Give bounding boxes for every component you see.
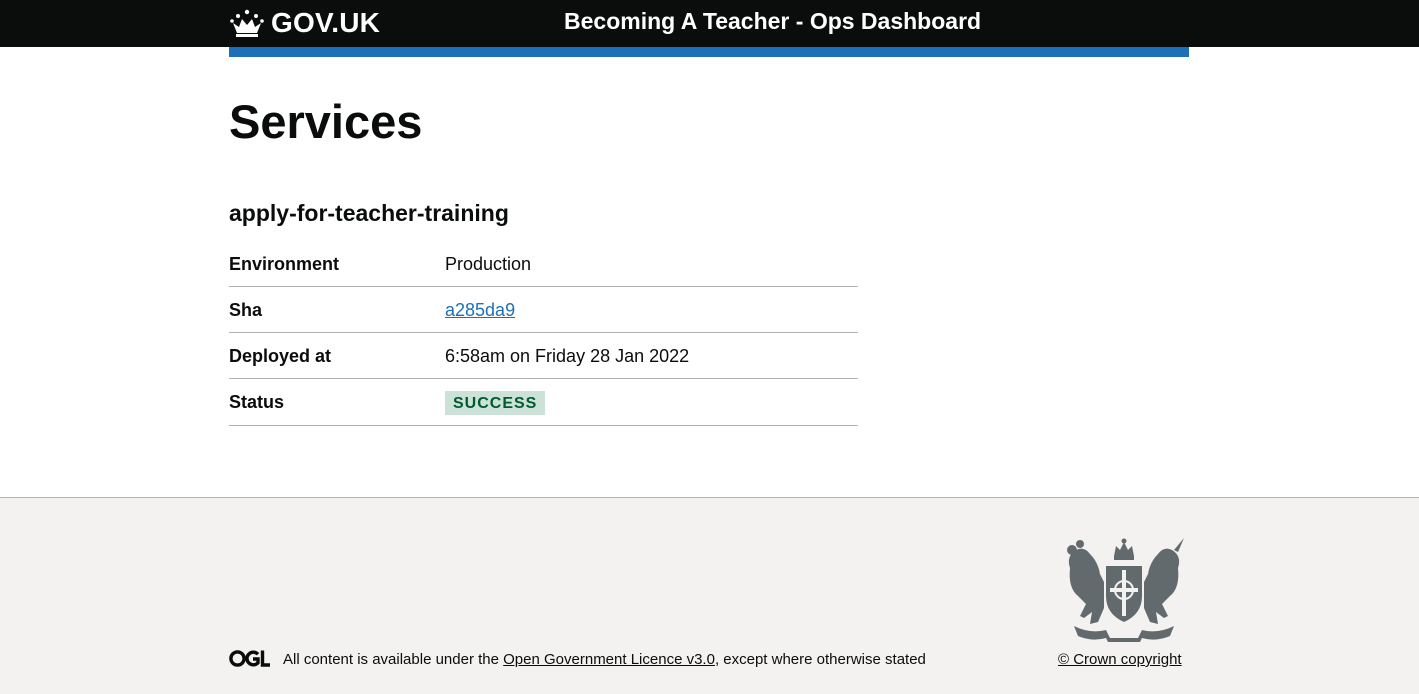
summary-key: Deployed at xyxy=(229,346,332,366)
site-header: GOV.UK Becoming A Teacher - Ops Dashboar… xyxy=(0,0,1419,47)
summary-row-status: Status SUCCESS xyxy=(229,379,858,426)
service-heading: apply-for-teacher-training xyxy=(229,200,509,226)
page-title: Services xyxy=(229,95,423,148)
environment-value: Production xyxy=(445,254,532,274)
licence-prefix: All content is available under the xyxy=(283,651,504,668)
footer-container: All content is available under the Open … xyxy=(229,498,1189,694)
crown-copyright-link[interactable]: © Crown copyright xyxy=(1058,651,1182,669)
sha-value: a285da9 xyxy=(445,299,515,321)
summary-key: Sha xyxy=(229,300,263,320)
header-container: GOV.UK Becoming A Teacher - Ops Dashboar… xyxy=(229,0,1189,47)
summary-row-deployed-at: Deployed at 6:58am on Friday 28 Jan 2022 xyxy=(229,333,858,379)
status-badge: SUCCESS xyxy=(445,391,546,415)
logo-text: GOV.UK xyxy=(271,7,381,38)
crown-icon xyxy=(230,9,264,37)
service-name-link[interactable]: Becoming A Teacher - Ops Dashboard xyxy=(564,8,981,35)
status-value: SUCCESS xyxy=(445,391,546,415)
summary-list: Environment Production Sha a285da9 Deplo… xyxy=(229,241,858,426)
site-footer: All content is available under the Open … xyxy=(0,497,1419,694)
summary-row-environment: Environment Production xyxy=(229,241,858,287)
licence-link[interactable]: Open Government Licence v3.0 xyxy=(503,651,715,668)
summary-row-sha: Sha a285da9 xyxy=(229,287,858,333)
govuk-logo-link[interactable]: GOV.UK xyxy=(229,6,380,40)
header-blue-bar xyxy=(229,47,1189,57)
summary-key: Environment xyxy=(229,254,340,274)
licence-text: All content is available under the Open … xyxy=(283,651,926,669)
summary-key: Status xyxy=(229,392,285,412)
licence-suffix: , except where otherwise stated xyxy=(714,651,926,668)
deployed-at-value: 6:58am on Friday 28 Jan 2022 xyxy=(445,346,690,366)
sha-link[interactable]: a285da9 xyxy=(445,300,515,320)
royal-coat-of-arms-icon xyxy=(1067,538,1184,642)
ogl-logo-icon xyxy=(229,650,270,667)
